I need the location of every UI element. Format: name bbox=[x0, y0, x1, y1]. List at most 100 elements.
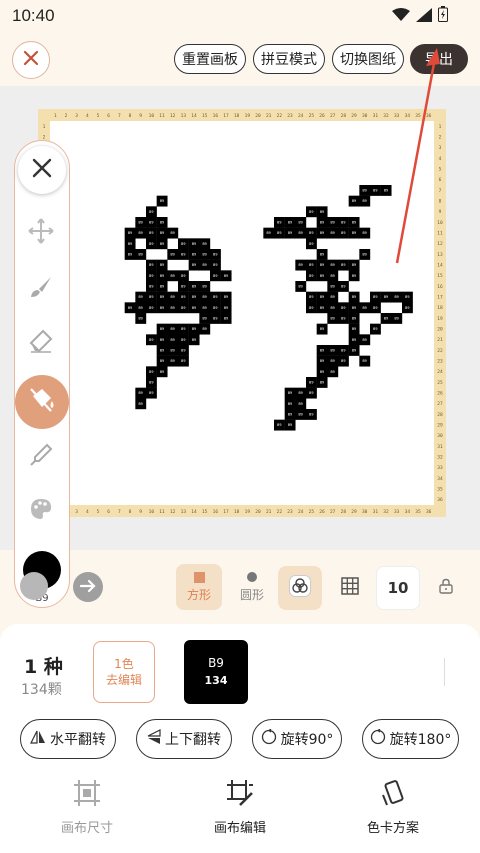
bead-cell-code: B9 bbox=[267, 231, 271, 235]
bead-cell-code: B9 bbox=[203, 253, 207, 257]
bead-cell-code: B9 bbox=[405, 295, 409, 299]
bead-cell-code: B9 bbox=[320, 210, 324, 214]
bead-cell-code: B9 bbox=[213, 253, 217, 257]
bead-cell-code: B9 bbox=[139, 391, 143, 395]
ruler-top-label: 11 bbox=[159, 113, 165, 119]
bead-cell-code: B9 bbox=[171, 349, 175, 353]
bead-size-value[interactable]: 10 bbox=[376, 566, 420, 610]
bead-cell-code: B9 bbox=[363, 199, 367, 203]
eyedropper-icon bbox=[29, 443, 53, 471]
status-icons bbox=[392, 6, 448, 26]
bead-cell-code: B9 bbox=[384, 295, 388, 299]
bead-cell-code: B9 bbox=[363, 231, 367, 235]
flip-horizontal-button[interactable]: 水平翻转 bbox=[20, 719, 116, 759]
edit-colors-line2: 去编辑 bbox=[105, 673, 142, 687]
toolbar-close-button[interactable] bbox=[18, 146, 66, 194]
ruler-bottom-label: 23 bbox=[287, 509, 293, 515]
close-icon bbox=[23, 50, 39, 70]
bead-cell-code: B9 bbox=[331, 370, 335, 374]
reset-board-button[interactable]: 重置画板 bbox=[174, 44, 246, 74]
brush-tool[interactable] bbox=[27, 275, 55, 303]
bead-cell-code: B9 bbox=[203, 285, 207, 289]
bead-cell-code: B9 bbox=[139, 221, 143, 225]
bead-cell-code: B9 bbox=[149, 221, 153, 225]
bead-cell-code: B9 bbox=[160, 263, 164, 267]
bead-cell-code: B9 bbox=[224, 295, 228, 299]
divider bbox=[444, 658, 445, 686]
bead-cell-code: B9 bbox=[181, 349, 185, 353]
tab-color-card[interactable]: 色卡方案 bbox=[348, 779, 438, 836]
bead-cell-code: B9 bbox=[160, 359, 164, 363]
close-button[interactable] bbox=[12, 41, 50, 79]
ruler-bottom-label: 26 bbox=[319, 509, 325, 515]
tab-canvas-size[interactable]: 画布尺寸 bbox=[42, 779, 132, 836]
bead-cell-code: B9 bbox=[352, 327, 356, 331]
bead-cell-code: B9 bbox=[352, 263, 356, 267]
ruler-top-label: 26 bbox=[319, 113, 325, 119]
edit-colors-button[interactable]: 1色 去编辑 bbox=[93, 641, 155, 703]
flip-vertical-button[interactable]: 上下翻转 bbox=[136, 719, 232, 759]
ruler-bottom-label: 5 bbox=[97, 509, 100, 515]
bead-cell-code: B9 bbox=[341, 285, 345, 289]
rotate-180-button[interactable]: 旋转180° bbox=[362, 719, 459, 759]
palette-icon bbox=[29, 497, 53, 525]
bead-cell-code: B9 bbox=[341, 359, 345, 363]
palette-tool[interactable] bbox=[27, 497, 55, 525]
ruler-bottom-label: 16 bbox=[213, 509, 219, 515]
lock-icon bbox=[439, 578, 453, 598]
eyedropper-tool[interactable] bbox=[27, 443, 55, 471]
color-blend-button[interactable] bbox=[278, 566, 322, 610]
shape-square-button[interactable]: 方形 bbox=[176, 564, 222, 610]
ruler-bottom-label: 35 bbox=[415, 509, 421, 515]
redo-button[interactable] bbox=[73, 572, 103, 602]
bead-cell-code: B9 bbox=[160, 306, 164, 310]
grid-toggle-button[interactable] bbox=[328, 566, 372, 610]
eraser-tool[interactable] bbox=[27, 329, 55, 357]
bead-cell-code: B9 bbox=[363, 306, 367, 310]
bead-mode-button[interactable]: 拼豆模式 bbox=[253, 44, 325, 74]
bead-cell-code: B9 bbox=[352, 295, 356, 299]
ruler-bottom-label: 13 bbox=[181, 509, 187, 515]
bead-cell-code: B9 bbox=[331, 231, 335, 235]
ruler-bottom-label: 34 bbox=[405, 509, 411, 515]
bead-cell-code: B9 bbox=[160, 295, 164, 299]
ruler-bottom-label: 19 bbox=[245, 509, 251, 515]
bead-cell-code: B9 bbox=[128, 253, 132, 257]
status-time: 10:40 bbox=[12, 6, 55, 25]
lock-button[interactable] bbox=[424, 566, 468, 610]
ruler-right-label: 27 bbox=[437, 401, 443, 407]
ruler-right-label: 29 bbox=[437, 423, 443, 429]
rotate-90-button[interactable]: 旋转90° bbox=[252, 719, 342, 759]
bead-cell-code: B9 bbox=[309, 295, 313, 299]
ruler-right-label: 22 bbox=[437, 348, 443, 354]
tab-canvas-edit[interactable]: 画布编辑 bbox=[195, 779, 285, 836]
ruler-top-label: 16 bbox=[213, 113, 219, 119]
bead-cell-code: B9 bbox=[160, 199, 164, 203]
bead-cell-code: B9 bbox=[181, 295, 185, 299]
move-tool[interactable] bbox=[27, 218, 55, 247]
bead-cell-code: B9 bbox=[288, 231, 292, 235]
bead-cell-code: B9 bbox=[192, 295, 196, 299]
ruler-bottom-label: 3 bbox=[75, 509, 78, 515]
color-swatch-b9[interactable]: B9 134 bbox=[184, 640, 248, 704]
circle-shape-icon bbox=[247, 571, 257, 582]
ruler-top-label: 29 bbox=[351, 113, 357, 119]
bead-cell-code: B9 bbox=[224, 317, 228, 321]
bead-cell-code: B9 bbox=[331, 274, 335, 278]
bead-cell-code: B9 bbox=[149, 231, 153, 235]
ruler-top-label: 12 bbox=[170, 113, 176, 119]
bead-cell-code: B9 bbox=[203, 327, 207, 331]
bead-cell-code: B9 bbox=[299, 231, 303, 235]
bead-cell-code: B9 bbox=[331, 359, 335, 363]
ruler-bottom-label: 21 bbox=[266, 509, 272, 515]
ruler-top-label: 3 bbox=[75, 113, 78, 119]
undo-button[interactable] bbox=[20, 572, 48, 600]
bead-cell-code: B9 bbox=[149, 285, 153, 289]
shape-circle-button[interactable]: 圆形 bbox=[232, 564, 272, 610]
bead-cell-code: B9 bbox=[352, 306, 356, 310]
edit-colors-line1: 1色 bbox=[114, 657, 134, 671]
ruler-bottom-label: 31 bbox=[373, 509, 379, 515]
eraser-icon bbox=[29, 329, 53, 357]
fill-tool[interactable] bbox=[15, 375, 69, 429]
ruler-top-label: 2 bbox=[65, 113, 68, 119]
